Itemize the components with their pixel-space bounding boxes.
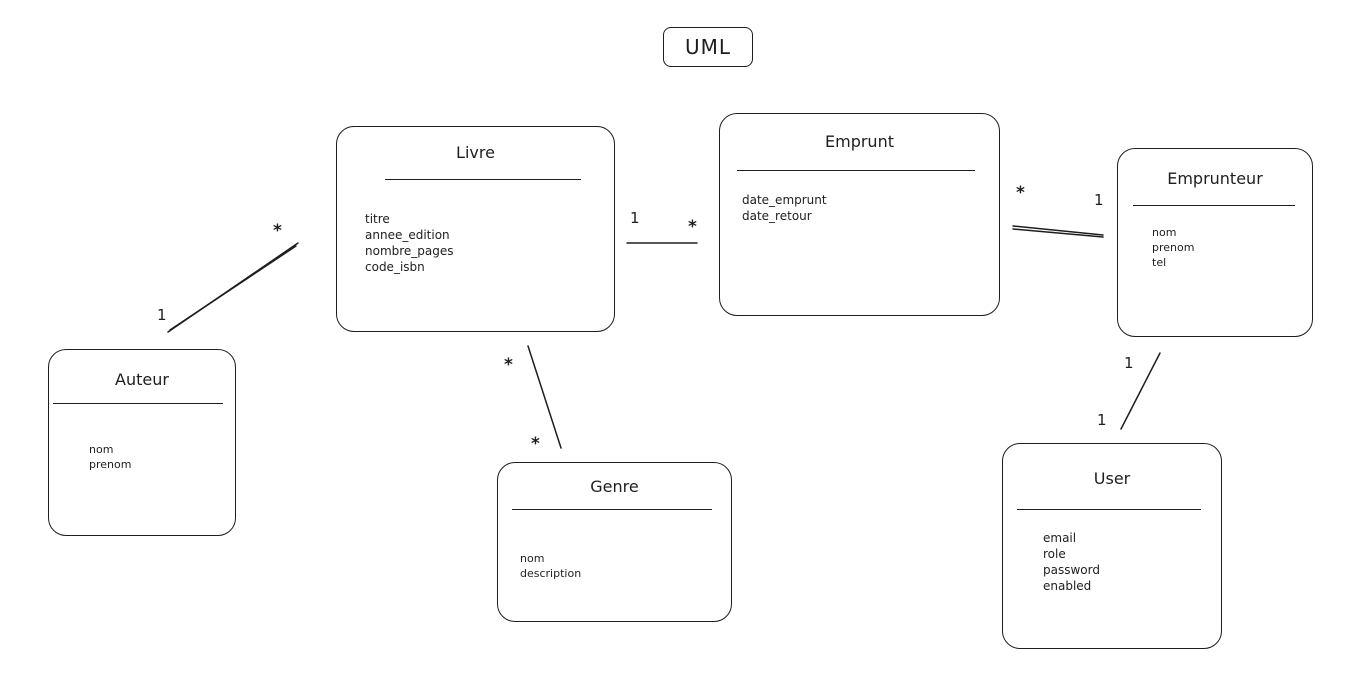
attribute: enabled xyxy=(1043,579,1092,593)
class-auteur[interactable]: Auteur nom prenom xyxy=(48,349,236,536)
class-auteur-attributes: nom prenom xyxy=(89,442,131,472)
attribute: tel xyxy=(1152,256,1167,269)
class-livre-attributes: titre annee_edition nombre_pages code_is… xyxy=(365,211,454,275)
attribute: nom xyxy=(89,443,114,456)
multiplicity-livre-emprunt-livre-end: 1 xyxy=(630,209,640,227)
multiplicity-emprunteur-user-emprunteur-end: 1 xyxy=(1124,354,1134,372)
class-user-separator xyxy=(1017,509,1201,510)
multiplicity-emprunt-emprunteur-emprunteur-end: 1 xyxy=(1094,191,1104,209)
multiplicity-livre-auteur-livre-end: * xyxy=(273,221,282,241)
class-emprunt-name: Emprunt xyxy=(825,132,894,151)
diagram-title: UML xyxy=(663,27,753,67)
class-emprunteur-separator xyxy=(1133,205,1295,206)
attribute: prenom xyxy=(89,458,132,471)
attribute: password xyxy=(1043,563,1100,577)
class-livre-name: Livre xyxy=(456,143,495,162)
class-genre[interactable]: Genre nom description xyxy=(497,462,732,622)
class-auteur-separator xyxy=(53,403,223,404)
attribute: annee_edition xyxy=(365,228,450,242)
link-livre-genre xyxy=(527,345,562,449)
class-genre-separator xyxy=(512,509,712,510)
class-genre-name: Genre xyxy=(590,477,639,496)
class-auteur-name: Auteur xyxy=(115,370,169,389)
multiplicity-livre-genre-genre-end: * xyxy=(531,434,540,454)
class-emprunteur-name: Emprunteur xyxy=(1167,169,1263,188)
class-user-attributes: email role password enabled xyxy=(1043,530,1100,594)
attribute: nom xyxy=(520,552,545,565)
multiplicity-emprunteur-user-user-end: 1 xyxy=(1097,411,1107,429)
attribute: description xyxy=(520,567,582,580)
attribute: titre xyxy=(365,212,390,226)
class-livre[interactable]: Livre titre annee_edition nombre_pages c… xyxy=(336,126,615,332)
attribute: nombre_pages xyxy=(365,244,454,258)
class-livre-separator xyxy=(385,179,581,180)
attribute: nom xyxy=(1152,226,1177,239)
class-emprunt-attributes: date_emprunt date_retour xyxy=(742,192,827,224)
attribute: role xyxy=(1043,547,1066,561)
attribute: prenom xyxy=(1152,241,1195,254)
attribute: code_isbn xyxy=(365,260,425,274)
attribute: email xyxy=(1043,531,1077,545)
class-user[interactable]: User email role password enabled xyxy=(1002,443,1222,649)
link-livre-auteur-sketch xyxy=(169,245,297,331)
class-emprunt[interactable]: Emprunt date_emprunt date_retour xyxy=(719,113,1000,316)
multiplicity-livre-auteur-auteur-end: 1 xyxy=(157,306,167,324)
multiplicity-livre-genre-livre-end: * xyxy=(504,355,513,375)
attribute: date_retour xyxy=(742,209,812,223)
class-emprunt-separator xyxy=(737,170,975,171)
class-emprunteur[interactable]: Emprunteur nom prenom tel xyxy=(1117,148,1313,337)
class-user-name: User xyxy=(1093,469,1131,488)
class-genre-attributes: nom description xyxy=(520,551,581,581)
multiplicity-livre-emprunt-emprunt-end: * xyxy=(688,217,697,237)
attribute: date_emprunt xyxy=(742,193,827,207)
class-emprunteur-attributes: nom prenom tel xyxy=(1152,225,1194,270)
multiplicity-emprunt-emprunteur-emprunt-end: * xyxy=(1016,183,1025,203)
